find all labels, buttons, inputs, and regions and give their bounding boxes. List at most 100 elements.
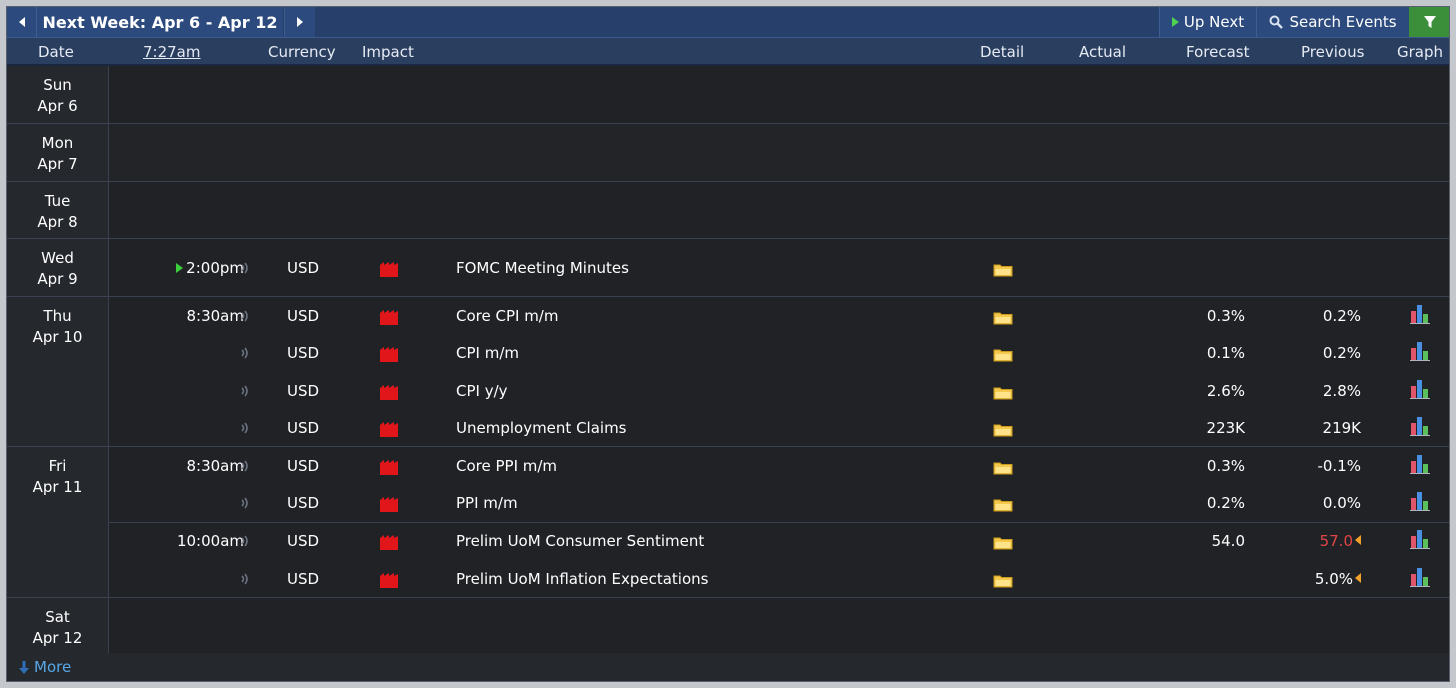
detail-folder-icon[interactable] [993,386,1013,404]
sound-icon[interactable] [240,496,252,514]
event-title[interactable]: CPI m/m [456,344,519,362]
event-row[interactable]: USD Unemployment Claims 223K 219K [109,409,1449,446]
event-currency: USD [287,259,320,277]
day-row: Wed Apr 9 2:00pm USD FOMC Meeting Minutes [7,239,1449,297]
detail-folder-icon[interactable] [993,574,1013,592]
event-title[interactable]: Prelim UoM Inflation Expectations [456,570,708,588]
graph-icon[interactable] [1409,341,1431,365]
detail-folder-icon[interactable] [993,263,1013,281]
graph-icon[interactable] [1409,304,1431,328]
col-actual: Actual [1079,43,1126,61]
sound-icon[interactable] [240,309,252,327]
day-row: Fri Apr 11 8:30am USD Core PPI m/m 0.3% -0.1%… [7,447,1449,598]
arrow-left-icon [18,17,25,27]
col-currency: Currency [268,43,336,61]
more-link[interactable]: More [7,653,1449,681]
sound-icon[interactable] [240,384,252,402]
high-impact-icon [379,573,399,592]
up-next-button[interactable]: Up Next [1159,7,1256,37]
event-forecast: 223K [1206,419,1245,437]
event-title[interactable]: Prelim UoM Consumer Sentiment [456,532,704,550]
event-forecast: 2.6% [1206,382,1245,400]
detail-folder-icon[interactable] [993,311,1013,329]
event-currency: USD [287,307,320,325]
event-title[interactable]: Core PPI m/m [456,457,557,475]
graph-icon[interactable] [1409,379,1431,403]
arrow-right-icon [297,17,303,27]
play-icon [1171,17,1179,27]
event-previous: 0.2% [1322,307,1361,325]
prev-week-button[interactable] [7,7,37,37]
col-detail: Detail [980,43,1025,61]
event-previous: 219K [1322,419,1361,437]
detail-folder-icon[interactable] [993,498,1013,516]
col-graph: Graph [1397,43,1444,61]
graph-icon[interactable] [1409,567,1431,591]
day-row: Mon Apr 7 [7,124,1449,182]
week-title: Next Week: Apr 6 - Apr 12 [37,7,283,37]
filter-button[interactable] [1409,7,1449,37]
event-time: 10:00am [176,532,244,550]
high-impact-icon [379,497,399,516]
event-previous: 5.0% [1315,570,1361,588]
search-events-label: Search Events [1289,13,1397,31]
sound-icon[interactable] [240,261,252,279]
detail-folder-icon[interactable] [993,423,1013,441]
search-events-button[interactable]: Search Events [1256,7,1409,37]
event-title[interactable]: CPI y/y [456,382,508,400]
detail-folder-icon[interactable] [993,348,1013,366]
search-icon [1269,15,1284,29]
day-cell: Tue Apr 8 [7,182,109,238]
event-currency: USD [287,457,320,475]
detail-folder-icon[interactable] [993,461,1013,479]
graph-icon[interactable] [1409,491,1431,515]
high-impact-icon [379,460,399,479]
high-impact-icon [379,310,399,329]
calendar-widget: Next Week: Apr 6 - Apr 12 Up Next Search… [6,6,1450,682]
event-title[interactable]: Unemployment Claims [456,419,627,437]
event-row[interactable]: 8:30am USD Core PPI m/m 0.3% -0.1% [109,447,1449,484]
event-row[interactable]: 8:30am USD Core CPI m/m 0.3% 0.2% [109,297,1449,334]
event-row[interactable]: USD CPI m/m 0.1% 0.2% [109,334,1449,371]
current-time-link[interactable]: 7:27am [143,43,201,61]
day-cell: Sat Apr 12 [7,598,109,655]
revision-marker-icon[interactable] [1355,535,1361,545]
column-header: Date 7:27am Currency Impact Detail Actua… [7,38,1449,66]
day-row: Sun Apr 6 [7,66,1449,124]
event-forecast: 0.2% [1206,494,1245,512]
event-forecast: 0.3% [1206,457,1245,475]
event-row[interactable]: USD CPI y/y 2.6% 2.8% [109,372,1449,409]
event-currency: USD [287,419,320,437]
more-label: More [34,658,72,676]
toolbar: Next Week: Apr 6 - Apr 12 Up Next Search… [7,7,1449,38]
revision-marker-icon[interactable] [1355,573,1361,583]
event-title[interactable]: FOMC Meeting Minutes [456,259,629,277]
sound-icon[interactable] [240,572,252,590]
sound-icon[interactable] [240,459,252,477]
graph-icon[interactable] [1409,416,1431,440]
event-title[interactable]: Core CPI m/m [456,307,558,325]
event-row[interactable]: 10:00am USD Prelim UoM Consumer Sentiment 5… [109,522,1449,559]
event-previous: 57.0 [1320,532,1361,550]
day-cell: Fri Apr 11 [7,447,109,597]
detail-folder-icon[interactable] [993,536,1013,554]
event-currency: USD [287,532,320,550]
graph-icon[interactable] [1409,454,1431,478]
event-row[interactable]: USD Prelim UoM Inflation Expectations 5.0% [109,560,1449,597]
sound-icon[interactable] [240,421,252,439]
col-forecast: Forecast [1186,43,1250,61]
event-time: 2:00pm [176,259,244,277]
event-row[interactable]: USD PPI m/m 0.2% 0.0% [109,484,1449,521]
event-currency: USD [287,570,320,588]
sound-icon[interactable] [240,534,252,552]
event-row[interactable]: 2:00pm USD FOMC Meeting Minutes [109,249,1449,286]
event-time: 8:30am [186,457,245,475]
col-date: Date [38,43,74,61]
day-cell: Mon Apr 7 [7,124,109,181]
sound-icon[interactable] [240,346,252,364]
graph-icon[interactable] [1409,529,1431,553]
event-time: 8:30am [186,307,245,325]
event-forecast: 54.0 [1211,532,1245,550]
next-week-button[interactable] [284,7,315,37]
event-title[interactable]: PPI m/m [456,494,518,512]
